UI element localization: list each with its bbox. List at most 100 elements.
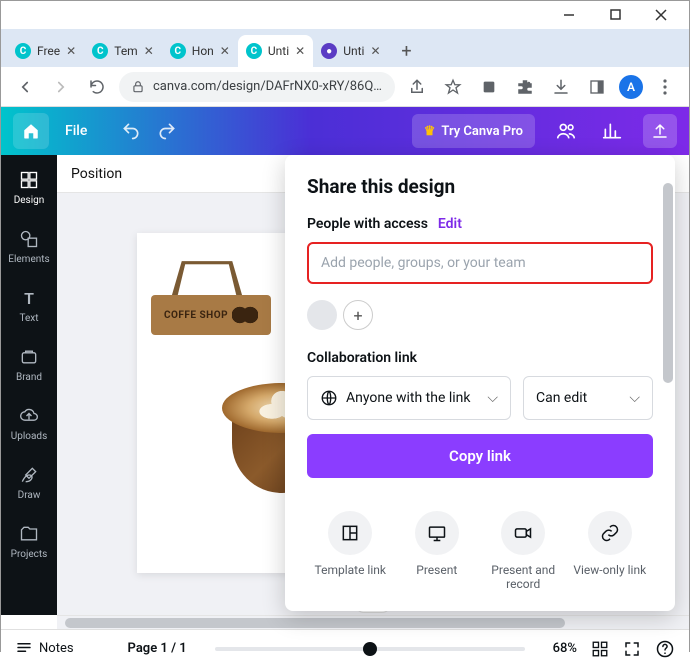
sidebar-item-brand[interactable]: Brand (1, 342, 57, 387)
close-icon[interactable]: ✕ (66, 44, 76, 58)
template-link-option[interactable]: Template link (308, 511, 392, 591)
design-icon (19, 169, 39, 191)
globe-icon (320, 389, 338, 407)
zoom-slider[interactable] (215, 647, 525, 651)
bottom-bar: Notes Page 1 / 1 68% (1, 629, 689, 667)
window-minimize-button[interactable] (555, 1, 583, 29)
notes-button[interactable]: Notes (15, 640, 74, 658)
redo-button[interactable] (157, 121, 177, 141)
new-tab-button[interactable]: + (393, 37, 421, 65)
share-upload-button[interactable] (643, 114, 677, 148)
close-icon[interactable]: ✕ (144, 44, 154, 58)
browser-tab[interactable]: C Free ✕ (7, 35, 84, 67)
record-icon (501, 511, 545, 555)
browser-tab[interactable]: ● Unti ✕ (313, 35, 388, 67)
canva-favicon-icon: C (92, 43, 108, 59)
sidebar-item-draw[interactable]: Draw (1, 460, 57, 505)
share-page-icon[interactable] (403, 73, 431, 101)
window-maximize-button[interactable] (601, 1, 629, 29)
canva-favicon-icon: C (15, 43, 31, 59)
bookmark-icon[interactable] (439, 73, 467, 101)
grid-view-icon[interactable] (591, 640, 609, 658)
chevron-down-icon: ⌵ (629, 390, 640, 406)
close-icon[interactable]: ✕ (220, 44, 230, 58)
file-menu[interactable]: File (65, 123, 87, 139)
chevron-down-icon: ⌵ (487, 390, 498, 406)
main-area: Design Elements TText Brand Uploads Draw… (1, 155, 689, 615)
action-label: Present and record (481, 563, 565, 591)
lock-icon (131, 80, 145, 94)
puzzle-icon[interactable] (511, 73, 539, 101)
downloads-icon[interactable] (547, 73, 575, 101)
canva-favicon-icon: C (170, 43, 186, 59)
view-only-link-option[interactable]: View-only link (568, 511, 652, 591)
left-sidebar: Design Elements TText Brand Uploads Draw… (1, 155, 57, 615)
sidebar-item-text[interactable]: TText (1, 283, 57, 328)
action-label: View-only link (573, 563, 646, 577)
link-scope-dropdown[interactable]: Anyone with the link ⌵ (307, 376, 511, 420)
sidebar-label: Projects (11, 549, 48, 560)
hanger-graphic (167, 255, 237, 295)
notes-icon (15, 640, 33, 658)
horizontal-scrollbar[interactable] (57, 615, 689, 629)
home-button[interactable] (13, 113, 49, 149)
zoom-value[interactable]: 68% (553, 641, 577, 656)
extensions-icon[interactable] (475, 73, 503, 101)
action-label: Present (416, 563, 457, 577)
edit-access-link[interactable]: Edit (438, 216, 462, 232)
sidebar-label: Text (19, 313, 38, 324)
window-close-button[interactable] (647, 1, 675, 29)
sidebar-label: Draw (18, 490, 41, 501)
permission-value: Can edit (536, 390, 587, 406)
fullscreen-icon[interactable] (623, 640, 641, 658)
elements-icon (19, 228, 39, 250)
team-icon[interactable] (551, 116, 581, 146)
permission-dropdown[interactable]: Can edit ⌵ (523, 376, 653, 420)
tab-label: Unti (343, 44, 364, 58)
copy-link-button[interactable]: Copy link (307, 434, 653, 478)
action-label: Template link (315, 563, 386, 577)
link-icon (588, 511, 632, 555)
present-record-option[interactable]: Present and record (481, 511, 565, 591)
brand-icon (19, 346, 39, 368)
popover-scrollbar[interactable] (661, 155, 675, 611)
undo-button[interactable] (121, 121, 141, 141)
sidebar-item-elements[interactable]: Elements (1, 224, 57, 269)
tab-label: Free (37, 44, 60, 58)
sidebar-item-design[interactable]: Design (1, 165, 57, 210)
browser-tab-active[interactable]: CUnti✕ (238, 35, 313, 67)
people-with-access-label: People with access (307, 216, 428, 232)
link-scope-value: Anyone with the link (346, 390, 471, 406)
add-people-input[interactable] (307, 242, 653, 284)
forward-button[interactable] (47, 73, 75, 101)
analytics-icon[interactable] (597, 116, 627, 146)
back-button[interactable] (11, 73, 39, 101)
browser-tab[interactable]: CHon✕ (162, 35, 238, 67)
address-field[interactable]: canva.com/design/DAFrNX0-xRY/86Q_OS-B5..… (119, 72, 395, 102)
sidebar-item-projects[interactable]: Projects (1, 519, 57, 564)
add-person-button[interactable]: + (343, 300, 373, 330)
draw-icon (19, 464, 39, 486)
owner-avatar[interactable] (307, 300, 337, 330)
profile-avatar[interactable]: A (619, 75, 643, 99)
slider-thumb[interactable] (363, 642, 377, 656)
browser-tab[interactable]: CTem✕ (84, 35, 162, 67)
close-icon[interactable]: ✕ (370, 44, 380, 58)
sidebar-item-uploads[interactable]: Uploads (1, 401, 57, 446)
help-icon[interactable] (655, 639, 675, 659)
page-indicator[interactable]: Page 1 / 1 (128, 641, 187, 656)
reader-icon[interactable] (583, 73, 611, 101)
position-button[interactable]: Position (71, 166, 122, 182)
present-option[interactable]: Present (395, 511, 479, 591)
close-icon[interactable]: ✕ (295, 44, 305, 58)
coffee-shop-sign[interactable]: COFFE SHOP (151, 295, 271, 335)
kebab-menu-icon[interactable] (651, 73, 679, 101)
share-title: Share this design (307, 175, 653, 198)
reload-button[interactable] (83, 73, 111, 101)
template-icon (328, 511, 372, 555)
try-canva-pro-button[interactable]: ♛Try Canva Pro (412, 114, 535, 148)
url-text: canva.com/design/DAFrNX0-xRY/86Q_OS-B5..… (153, 79, 383, 94)
projects-icon (19, 523, 39, 545)
sidebar-label: Brand (16, 372, 42, 383)
favicon-icon: ● (321, 43, 337, 59)
